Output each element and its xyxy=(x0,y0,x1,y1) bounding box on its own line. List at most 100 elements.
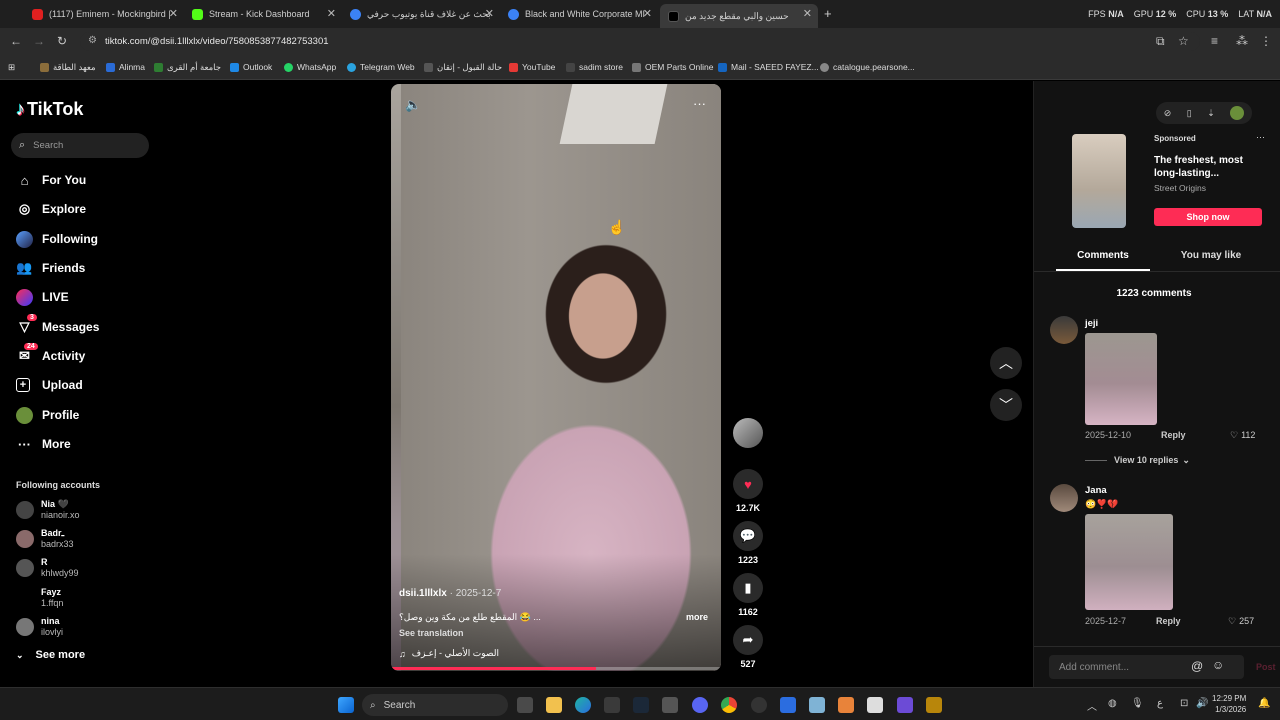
nav-profile[interactable]: Profile xyxy=(16,405,79,425)
clock[interactable]: 12:29 PM 1/3/2026 xyxy=(1212,693,1246,715)
app-icon[interactable] xyxy=(897,697,913,713)
network-icon[interactable]: ◍ xyxy=(1108,698,1117,709)
browser-tab[interactable]: Black and White Corporate MI ✕ xyxy=(500,4,658,24)
browser-tab-active[interactable]: حسين والبي مقطع جديد من ✕ xyxy=(660,4,818,28)
browser-tab[interactable]: بحث عن غلاف قناة يوتيوب حرفي ✕ xyxy=(342,4,500,24)
comment-image[interactable] xyxy=(1085,333,1157,425)
nav-live[interactable]: LIVE xyxy=(16,287,69,307)
video-author[interactable]: dsii.1lllxlx · 2025-12-7 xyxy=(399,588,501,599)
reply-button[interactable]: Reply xyxy=(1161,430,1186,440)
bookmark[interactable]: Outlook xyxy=(230,62,272,72)
following-account[interactable]: Badrـ badrx33 xyxy=(16,528,74,554)
discord-icon[interactable] xyxy=(692,697,708,713)
comment-like-button[interactable]: ♡ 257 xyxy=(1228,616,1254,627)
ad-more-icon[interactable]: ··· xyxy=(1256,132,1265,142)
tab-search-icon[interactable]: ≡ xyxy=(1211,34,1218,48)
more-options-icon[interactable]: ··· xyxy=(693,96,706,111)
nav-upload[interactable]: + Upload xyxy=(16,375,83,395)
close-icon[interactable]: ✕ xyxy=(643,7,652,20)
url-field[interactable]: ⚙ tiktok.com/@dsii.1lllxlx/video/7580853… xyxy=(80,32,1200,51)
back-icon[interactable]: ← xyxy=(10,34,22,48)
bookmark[interactable]: حالة القبول - إتقان xyxy=(424,62,502,73)
edge-icon[interactable] xyxy=(575,697,591,713)
browser-tab[interactable]: (1117) Eminem - Mockingbird | ✕ xyxy=(24,4,184,24)
bookmark[interactable]: YouTube xyxy=(509,62,555,72)
new-tab-button[interactable]: + xyxy=(824,6,832,21)
nav-explore[interactable]: ◎ Explore xyxy=(16,199,86,219)
author-avatar-button[interactable] xyxy=(733,418,763,448)
close-icon[interactable]: ✕ xyxy=(485,7,494,20)
microphone-icon[interactable]: 🎙 xyxy=(1131,698,1144,709)
reply-button[interactable]: Reply xyxy=(1156,616,1181,626)
app-icon[interactable] xyxy=(662,697,678,713)
volume-icon[interactable]: 🔈 xyxy=(405,97,421,113)
menu-icon[interactable]: ⋮ xyxy=(1260,34,1272,48)
ad-thumbnail[interactable] xyxy=(1072,134,1126,228)
share-button[interactable]: ➦ 527 xyxy=(733,625,763,669)
tiktok-logo[interactable]: ♪ TikTok xyxy=(16,99,83,120)
nav-for-you[interactable]: ⌂ For You xyxy=(16,170,87,190)
app-icon[interactable] xyxy=(809,697,825,713)
view-replies-button[interactable]: View 10 replies ⌄ xyxy=(1114,455,1190,466)
mention-icon[interactable]: @ xyxy=(1191,659,1203,673)
avatar[interactable] xyxy=(1050,484,1078,512)
app-icon[interactable] xyxy=(751,697,767,713)
bookmark[interactable]: OEM Parts Online xyxy=(632,62,714,72)
close-icon[interactable]: ✕ xyxy=(327,7,336,20)
save-button[interactable]: ▮ 1162 xyxy=(733,573,763,617)
nav-friends[interactable]: 👥 Friends xyxy=(16,258,85,278)
close-icon[interactable]: ✕ xyxy=(803,7,812,20)
comment-author[interactable]: Jana xyxy=(1085,485,1107,496)
bookmark-star-icon[interactable]: ☆ xyxy=(1178,34,1189,48)
bookmark[interactable]: sadim store xyxy=(566,62,623,72)
bookmark[interactable]: Alinma xyxy=(106,62,145,72)
bookmark[interactable]: catalogue.pearsone... xyxy=(820,62,915,72)
store-icon[interactable] xyxy=(604,697,620,713)
caption-more-button[interactable]: more xyxy=(686,612,708,622)
comment-button[interactable]: 💬 1223 xyxy=(733,521,763,565)
search-input[interactable]: ⌕ Search xyxy=(11,133,149,158)
nav-more[interactable]: ··· More xyxy=(16,434,71,454)
extensions-icon[interactable]: ⁂ xyxy=(1236,34,1248,48)
bookmark[interactable]: Mail - SAEED FAYEZ... xyxy=(718,62,819,72)
comment-image[interactable] xyxy=(1085,514,1173,610)
windows-start-icon[interactable] xyxy=(338,697,354,713)
emoji-icon[interactable]: ☺ xyxy=(1212,658,1224,672)
wifi-icon[interactable]: ⊡ xyxy=(1180,698,1188,709)
forward-icon[interactable]: → xyxy=(33,34,45,48)
app-icon[interactable] xyxy=(838,697,854,713)
bookmark[interactable]: جامعة أم القرى xyxy=(154,62,221,73)
see-translation-link[interactable]: See translation xyxy=(399,628,464,638)
comment-like-button[interactable]: ♡ 112 xyxy=(1230,430,1255,441)
device-icon[interactable]: ▯ xyxy=(1187,108,1192,119)
close-icon[interactable]: ✕ xyxy=(169,7,178,20)
progress-track[interactable] xyxy=(391,667,721,670)
notifications-icon[interactable]: 🔔 xyxy=(1258,698,1270,709)
following-account[interactable]: Fayz 1.ffqn xyxy=(16,587,63,613)
bookmark[interactable]: Telegram Web xyxy=(347,62,415,72)
task-view-icon[interactable] xyxy=(517,697,533,713)
next-video-button[interactable]: ﹀ xyxy=(990,389,1022,421)
tab-comments[interactable]: Comments xyxy=(1056,250,1150,261)
nav-following[interactable]: Following xyxy=(16,229,98,249)
sound-link[interactable]: ♫ الصوت الأصلي - إعـزف xyxy=(399,648,499,659)
following-account[interactable]: Rkhlwdy99 xyxy=(16,557,79,583)
download-icon[interactable]: ⇣ xyxy=(1207,108,1215,119)
previous-video-button[interactable]: ︿ xyxy=(990,347,1022,379)
comment-author[interactable]: jeji xyxy=(1085,318,1098,329)
bookmark[interactable]: معهد الطاقة xyxy=(40,62,96,73)
chrome-icon[interactable] xyxy=(721,697,737,713)
steam-icon[interactable] xyxy=(633,697,649,713)
browser-tab[interactable]: Stream - Kick Dashboard ✕ xyxy=(184,4,342,24)
video-player[interactable]: 🔈 ··· ☝ dsii.1lllxlx · 2025-12-7 المقطع … xyxy=(391,84,721,671)
apps-icon[interactable]: ⊞ xyxy=(8,62,15,73)
avatar[interactable] xyxy=(1050,316,1078,344)
language-indicator[interactable]: ع xyxy=(1157,698,1163,709)
avatar[interactable] xyxy=(1230,106,1245,120)
tab-you-may-like[interactable]: You may like xyxy=(1164,250,1258,261)
chevron-up-icon[interactable]: ︿ xyxy=(1087,698,1097,713)
app-icon[interactable] xyxy=(926,697,942,713)
shop-now-button[interactable]: Shop now xyxy=(1154,208,1262,226)
taskbar-search[interactable]: ⌕ Search xyxy=(362,694,508,716)
nav-messages[interactable]: ▽ 3 Messages xyxy=(16,313,99,337)
